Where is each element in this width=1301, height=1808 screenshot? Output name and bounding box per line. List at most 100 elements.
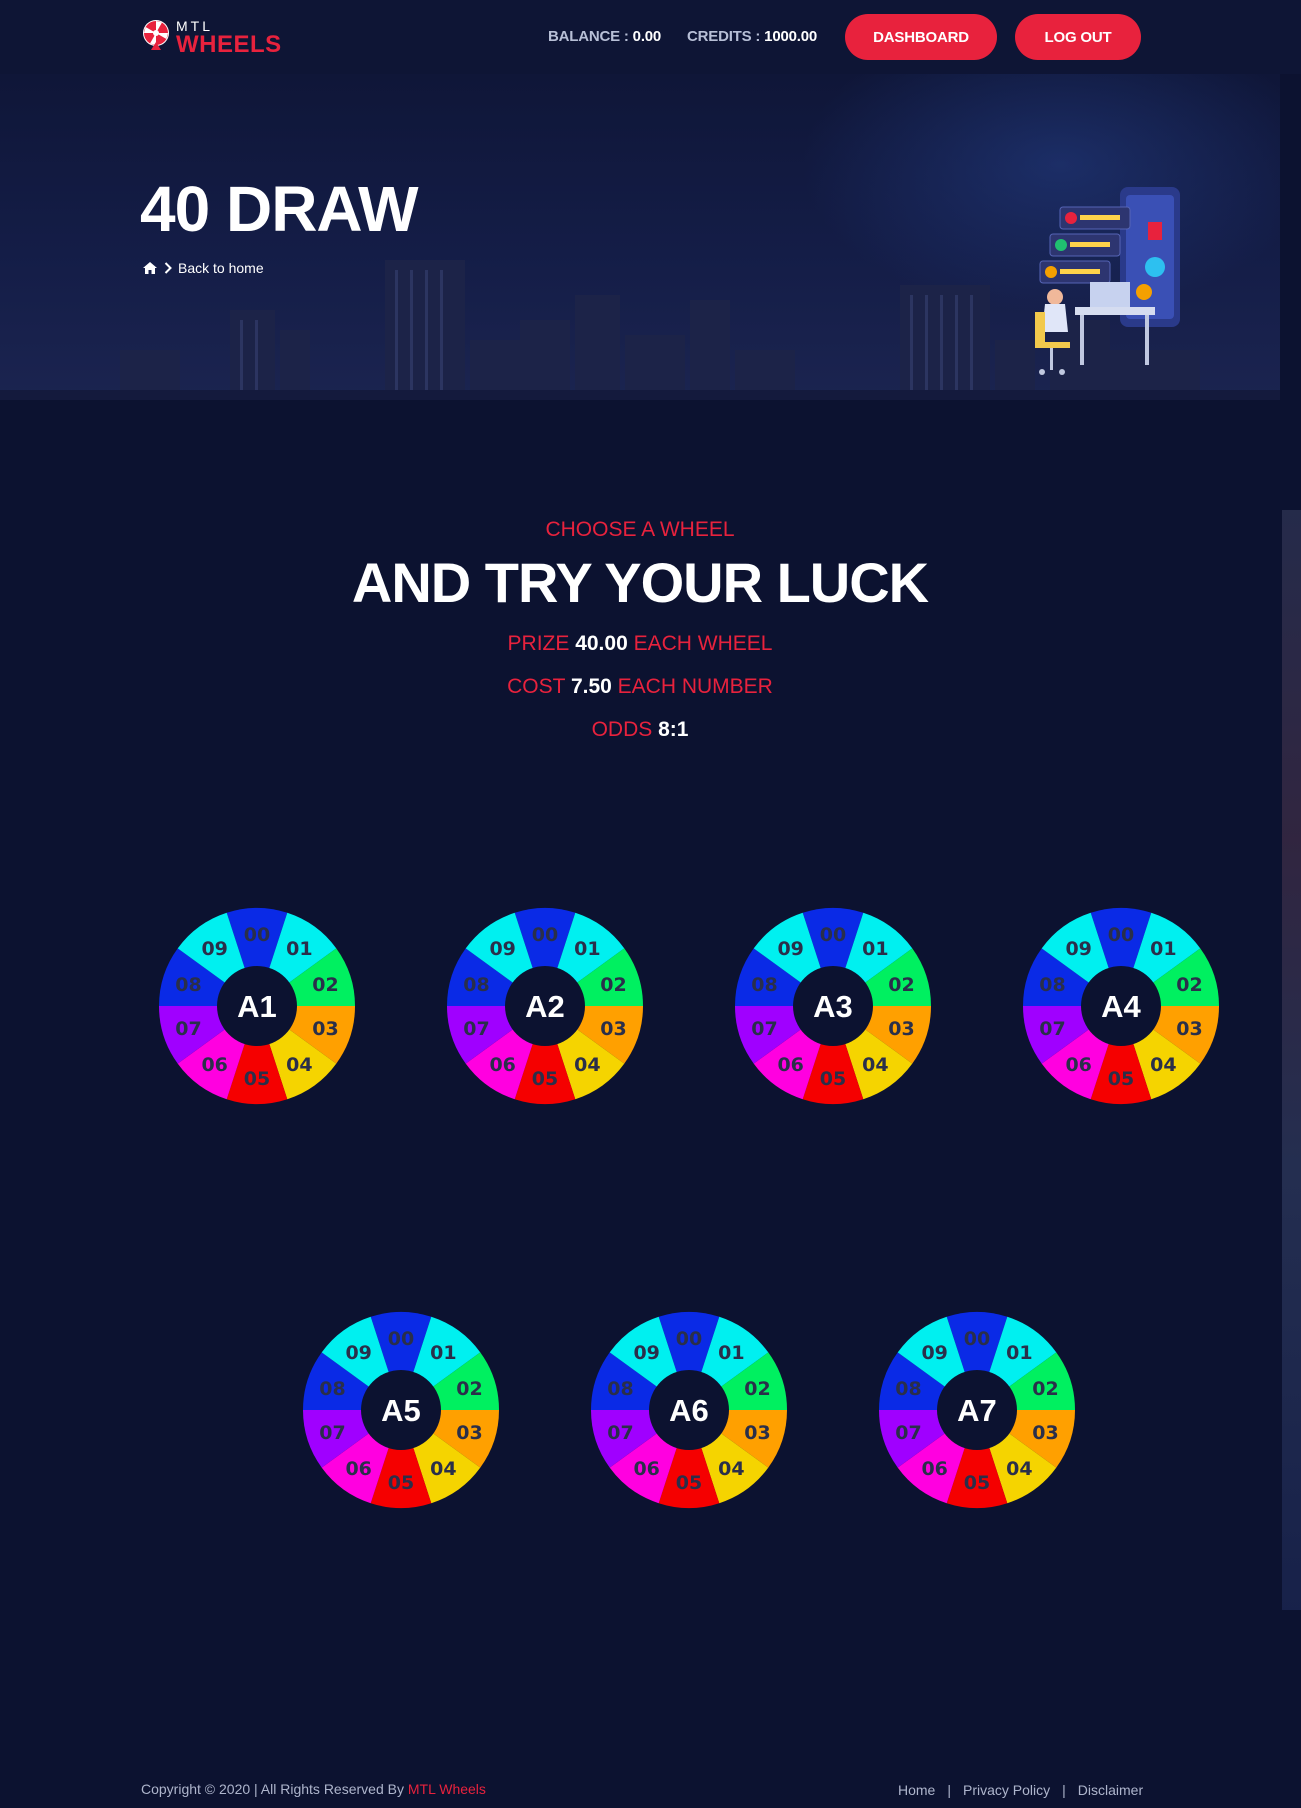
wheel-number-label: 09: [921, 1342, 947, 1364]
prize-suffix: EACH WHEEL: [627, 632, 773, 655]
wheel-number-label: 05: [244, 1068, 270, 1090]
wheel-number-label: 03: [1176, 1018, 1202, 1040]
cost-suffix: EACH NUMBER: [611, 675, 773, 698]
wheel-number-label: 08: [895, 1378, 921, 1400]
wheel-number-label: 07: [1039, 1018, 1065, 1040]
wheel-number-label: 09: [201, 938, 227, 960]
wheel-a6[interactable]: 00 01 02 03 04 05 06 07 08 09 A6: [589, 1310, 789, 1510]
odds-label: ODDS: [591, 718, 659, 741]
wheel-number-label: 06: [489, 1054, 515, 1076]
wheel-number-label: 04: [574, 1054, 600, 1076]
wheel-number-label: 02: [888, 974, 914, 996]
wheel-graphic: 00 0102 0304 05 0607 0809 A1: [159, 908, 355, 1104]
wheel-number-label: 06: [1065, 1054, 1091, 1076]
footer-link-privacy-policy[interactable]: Privacy Policy: [951, 1782, 1062, 1798]
wheel-graphic: 00 0102 0304 05 0607 0809 A7: [879, 1312, 1075, 1508]
wheel-a7[interactable]: 00 01 02 03 04 05 06 07 08 09 A7: [877, 1310, 1077, 1510]
breadcrumb[interactable]: Back to home: [142, 260, 264, 276]
wheel-a2[interactable]: 00 01 02 03 04 05 06 07 08 09 A2: [445, 906, 645, 1106]
odds-info: ODDS 8:1: [0, 718, 1280, 742]
cost-value: 7.50: [570, 675, 612, 698]
wheel-a1[interactable]: 00 01 02 03 04 05 06 07 08 09 A1: [157, 906, 357, 1106]
wheel-a3[interactable]: 00 01 02 03 04 05 06 07 08 09 A3: [733, 906, 933, 1106]
wheel-graphic: 00 0102 0304 05 0607 0809 A5: [303, 1312, 499, 1508]
wheel-name: A7: [957, 1393, 997, 1428]
footer-links: Home | Privacy Policy | Disclaimer: [886, 1782, 1155, 1798]
hero-banner: 40 DRAW Back to home: [0, 74, 1280, 400]
wheel-number-label: 02: [1032, 1378, 1058, 1400]
wheel-number-label: 03: [1032, 1422, 1058, 1444]
wheel-number-label: 00: [388, 1328, 414, 1350]
wheel-name: A2: [525, 989, 565, 1024]
wheel-number-label: 07: [607, 1422, 633, 1444]
wheel-number-label: 03: [888, 1018, 914, 1040]
wheel-graphic: 00 0102 0304 05 0607 0809 A6: [591, 1312, 787, 1508]
wheel-a4[interactable]: 00 01 02 03 04 05 06 07 08 09 A4: [1021, 906, 1221, 1106]
wheel-number-label: 08: [319, 1378, 345, 1400]
wheel-number-label: 00: [820, 924, 846, 946]
wheel-number-label: 07: [319, 1422, 345, 1444]
wheel-number-label: 01: [286, 938, 312, 960]
wheel-name: A5: [381, 1393, 421, 1428]
dashboard-button[interactable]: DASHBOARD: [845, 14, 997, 60]
wheel-number-label: 04: [862, 1054, 888, 1076]
wheel-number-label: 05: [964, 1472, 990, 1494]
wheel-number-label: 01: [1150, 938, 1176, 960]
wheel-graphic: 00 0102 0304 05 0607 0809 A3: [735, 908, 931, 1104]
wheel-logo-icon: [143, 20, 169, 50]
wheel-number-label: 09: [777, 938, 803, 960]
wheel-number-label: 05: [532, 1068, 558, 1090]
copyright-text: Copyright © 2020 | All Rights Reserved B…: [141, 1781, 408, 1797]
prize-value: 40.00: [575, 632, 628, 655]
prize-info: PRIZE 40.00 EACH WHEEL: [0, 632, 1280, 656]
back-to-home-link[interactable]: Back to home: [178, 260, 264, 276]
wheel-number-label: 09: [489, 938, 515, 960]
wheel-number-label: 04: [430, 1458, 456, 1480]
wheel-a5[interactable]: 00 01 02 03 04 05 06 07 08 09 A5: [301, 1310, 501, 1510]
wheel-number-label: 05: [820, 1068, 846, 1090]
wheel-number-label: 01: [1006, 1342, 1032, 1364]
footer-link-disclaimer[interactable]: Disclaimer: [1066, 1782, 1155, 1798]
balance-label: BALANCE :: [548, 28, 633, 45]
wheel-number-label: 00: [532, 924, 558, 946]
logout-button[interactable]: LOG OUT: [1015, 14, 1141, 60]
wheel-number-label: 03: [456, 1422, 482, 1444]
wheel-number-label: 02: [744, 1378, 770, 1400]
footer-copyright: Copyright © 2020 | All Rights Reserved B…: [141, 1781, 486, 1797]
wheel-number-label: 01: [718, 1342, 744, 1364]
wheel-number-label: 02: [600, 974, 626, 996]
page-title: 40 DRAW: [140, 173, 418, 245]
wheel-number-label: 04: [1006, 1458, 1032, 1480]
wheel-number-label: 06: [921, 1458, 947, 1480]
wheel-number-label: 02: [1176, 974, 1202, 996]
wheel-number-label: 05: [676, 1472, 702, 1494]
wheel-number-label: 02: [456, 1378, 482, 1400]
wheel-number-label: 00: [1108, 924, 1134, 946]
footer-brand-link[interactable]: MTL Wheels: [408, 1781, 486, 1797]
balance-display: BALANCE : 0.00: [548, 28, 661, 45]
wheel-number-label: 09: [345, 1342, 371, 1364]
wheel-number-label: 08: [607, 1378, 633, 1400]
wheel-number-label: 07: [895, 1422, 921, 1444]
home-icon: [143, 262, 157, 274]
footer-link-home[interactable]: Home: [886, 1782, 947, 1798]
wheel-number-label: 07: [463, 1018, 489, 1040]
wheel-number-label: 08: [751, 974, 777, 996]
wheel-number-label: 08: [175, 974, 201, 996]
logo[interactable]: MTL WHEELS: [140, 16, 281, 58]
section-headline: AND TRY YOUR LUCK: [351, 551, 929, 614]
wheel-number-label: 07: [751, 1018, 777, 1040]
wheel-number-label: 06: [345, 1458, 371, 1480]
wheel-name: A6: [669, 1393, 709, 1428]
credits-display: CREDITS : 1000.00: [687, 28, 817, 45]
balance-value: 0.00: [632, 28, 662, 45]
wheel-number-label: 01: [862, 938, 888, 960]
section-eyebrow: CHOOSE A WHEEL: [545, 518, 735, 541]
odds-value: 8:1: [658, 718, 689, 741]
wheel-number-label: 08: [1039, 974, 1065, 996]
wheel-number-label: 03: [312, 1018, 338, 1040]
wheel-number-label: 04: [286, 1054, 312, 1076]
wheel-number-label: 07: [175, 1018, 201, 1040]
wheel-number-label: 06: [777, 1054, 803, 1076]
wheel-name: A3: [813, 989, 853, 1024]
